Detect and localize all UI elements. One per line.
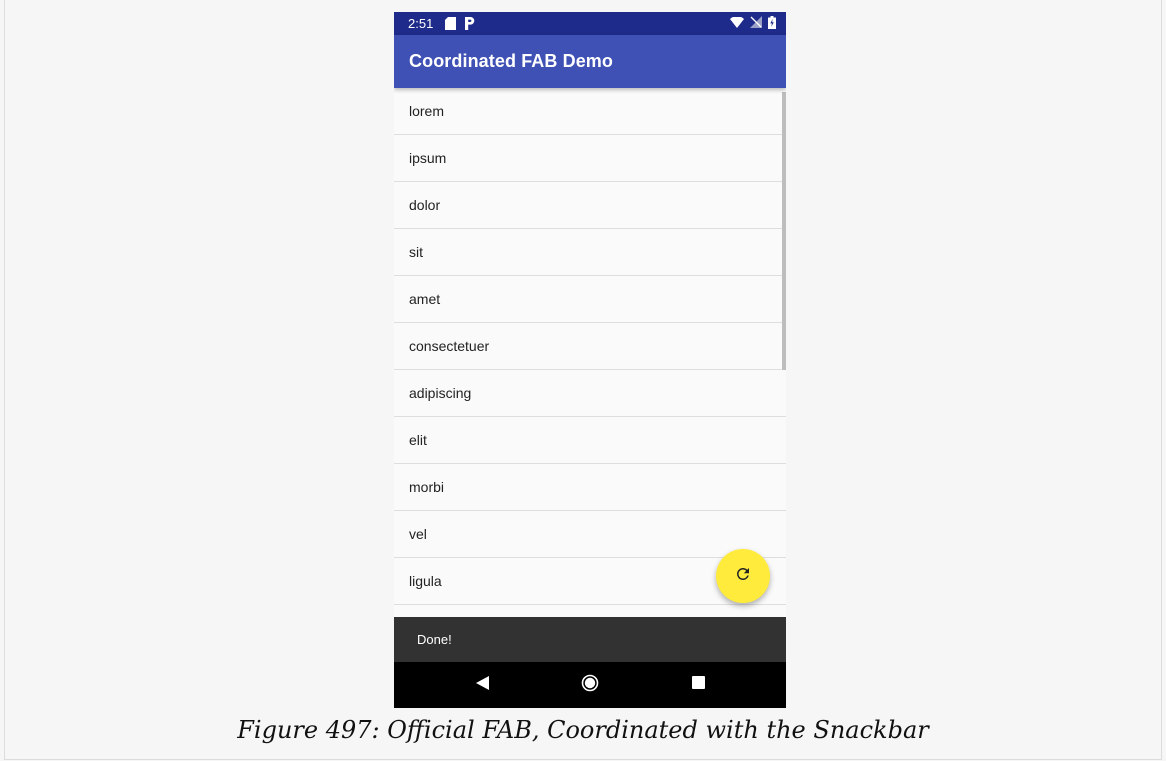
list-item[interactable]: dolor [394, 182, 786, 229]
list-item-label: morbi [409, 479, 445, 495]
list-item-label: ipsum [409, 150, 447, 166]
figure-caption: Figure 497: Official FAB, Coordinated wi… [237, 716, 929, 744]
scrollbar[interactable] [782, 92, 786, 370]
app-title: Coordinated FAB Demo [409, 51, 614, 71]
list-item-label: ligula [409, 573, 442, 589]
battery-charging-icon [768, 15, 776, 32]
home-icon [581, 674, 599, 697]
list-item[interactable]: vel [394, 511, 786, 558]
status-time: 2:51 [408, 16, 434, 31]
phone-screen: 2:51 Coordinated FAB Demo lorem ipsum do… [394, 12, 786, 708]
recents-button[interactable] [678, 662, 718, 708]
list-item-label: consectetuer [409, 338, 490, 354]
list-item[interactable]: consectetuer [394, 323, 786, 370]
refresh-fab-button[interactable] [716, 549, 770, 603]
snackbar-message: Done! [417, 632, 452, 647]
list-item-label: sit [409, 244, 423, 260]
list-item[interactable]: morbi [394, 464, 786, 511]
home-button[interactable] [570, 662, 610, 708]
refresh-icon [734, 565, 752, 588]
list-item[interactable]: ipsum [394, 135, 786, 182]
back-icon [475, 675, 489, 695]
parking-icon [464, 17, 475, 30]
back-button[interactable] [462, 662, 502, 708]
nav-bar [394, 662, 786, 708]
no-signal-icon [750, 16, 762, 31]
list-item-label: vel [409, 526, 427, 542]
list-item[interactable]: adipiscing [394, 370, 786, 417]
list-item[interactable]: sit [394, 229, 786, 276]
list-item-label: dolor [409, 197, 441, 213]
list-item[interactable]: elit [394, 417, 786, 464]
sd-card-icon [445, 17, 457, 30]
wifi-icon [730, 16, 744, 31]
list-item-label: amet [409, 291, 441, 307]
list-item[interactable]: lorem [394, 88, 786, 135]
list-item-label: adipiscing [409, 385, 472, 401]
snackbar: Done! [394, 617, 786, 662]
item-list[interactable]: lorem ipsum dolor sit amet consectetuer … [394, 88, 786, 605]
list-item[interactable]: amet [394, 276, 786, 323]
app-bar: Coordinated FAB Demo [394, 35, 786, 88]
status-bar: 2:51 [394, 12, 786, 35]
list-item-label: lorem [409, 103, 445, 119]
list-item-label: elit [409, 432, 427, 448]
recents-icon [691, 676, 705, 694]
